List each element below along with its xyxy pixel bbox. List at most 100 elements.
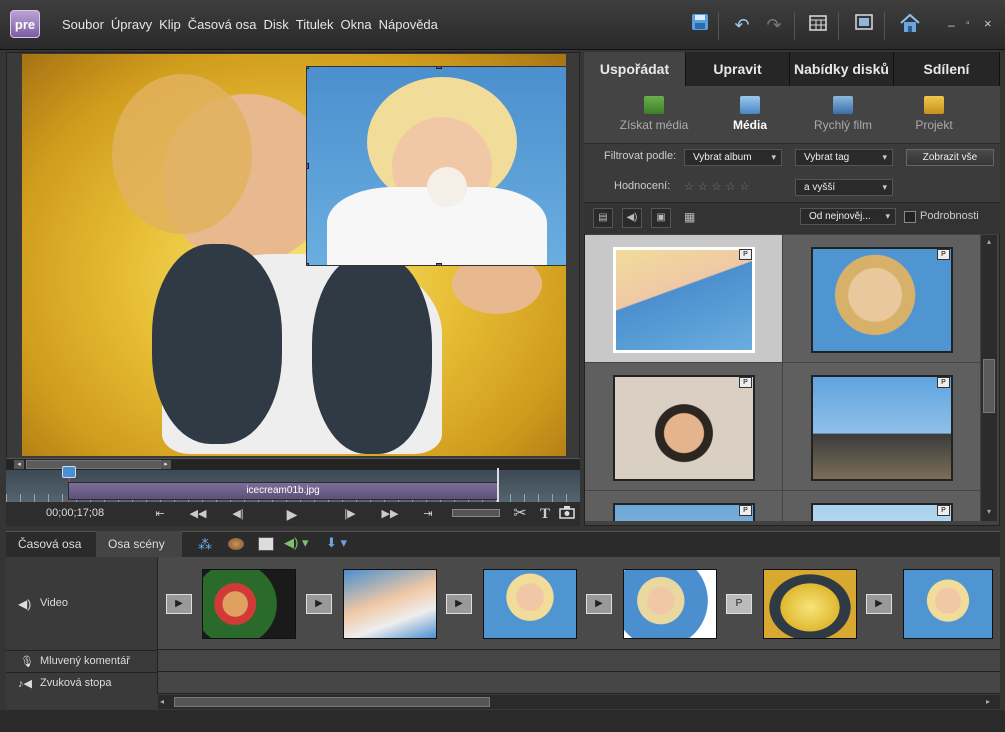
scroll-left-icon[interactable]: ◂ bbox=[14, 460, 24, 469]
transition-slot[interactable]: ▶ bbox=[586, 594, 612, 614]
tab-organize[interactable]: Uspořádat bbox=[584, 52, 686, 86]
scroll-left-icon[interactable]: ◂ bbox=[160, 697, 170, 707]
smart-fix-icon[interactable]: ⁂ bbox=[198, 536, 212, 553]
tab-disc-menus[interactable]: Nabídky disků bbox=[790, 52, 894, 86]
scene-clip[interactable] bbox=[763, 569, 857, 639]
fullscreen-icon[interactable] bbox=[852, 13, 876, 37]
audio-mixer-icon[interactable]: ◀) ▾ bbox=[284, 535, 308, 551]
subtab-get-media[interactable]: Získat média bbox=[618, 96, 690, 132]
scroll-thumb[interactable] bbox=[983, 359, 995, 413]
tag-dropdown[interactable]: Vybrat tag bbox=[795, 149, 893, 166]
media-item[interactable]: P bbox=[585, 363, 783, 491]
menu-item-edit[interactable]: Úpravy bbox=[111, 17, 152, 32]
preview-frame[interactable] bbox=[22, 54, 566, 456]
properties-icon[interactable] bbox=[258, 537, 274, 551]
step-back-icon[interactable]: ◀| bbox=[228, 505, 248, 523]
scroll-right-icon[interactable]: ▸ bbox=[161, 460, 171, 469]
transition-slot[interactable]: ▶ bbox=[446, 594, 472, 614]
music-note-icon[interactable]: ♪◀ bbox=[18, 677, 32, 690]
image-filter-icon[interactable]: ▣ bbox=[651, 208, 671, 228]
go-to-start-icon[interactable]: ⇤ bbox=[150, 505, 170, 523]
minimize-icon[interactable]: – bbox=[948, 18, 955, 32]
star-icon[interactable]: ☆ bbox=[726, 181, 736, 193]
shuttle-slider[interactable] bbox=[452, 509, 500, 517]
go-to-end-icon[interactable]: ⇥ bbox=[418, 505, 438, 523]
sceneline-horizontal-scrollbar[interactable]: ◂ ▸ bbox=[158, 695, 1000, 709]
media-item[interactable]: P bbox=[585, 491, 783, 521]
scroll-thumb[interactable] bbox=[174, 697, 490, 707]
step-forward-icon[interactable]: |▶ bbox=[340, 505, 360, 523]
scroll-thumb[interactable] bbox=[26, 460, 171, 469]
rewind-icon[interactable]: ◀◀ bbox=[188, 505, 208, 523]
picture-in-picture-overlay[interactable] bbox=[306, 66, 566, 266]
marker-icon[interactable]: ⬇ ▾ bbox=[326, 535, 347, 551]
resize-handle[interactable] bbox=[307, 67, 309, 69]
star-icon[interactable]: ☆ bbox=[740, 181, 750, 193]
timecode-display[interactable]: 00;00;17;08 bbox=[46, 507, 104, 519]
play-icon[interactable]: ▶ bbox=[282, 505, 302, 523]
media-vertical-scrollbar[interactable]: ▴ ▾ bbox=[981, 235, 997, 521]
title-text-icon[interactable]: T bbox=[535, 505, 555, 523]
scene-clip[interactable] bbox=[483, 569, 577, 639]
grid-view-icon[interactable]: ▦ bbox=[684, 210, 695, 224]
scene-clip[interactable] bbox=[202, 569, 296, 639]
scroll-right-icon[interactable]: ▸ bbox=[986, 697, 996, 707]
sort-dropdown[interactable]: Od nejnověj... bbox=[800, 208, 896, 225]
tab-sceneline[interactable]: Osa scény bbox=[96, 531, 182, 557]
menu-item-title[interactable]: Titulek bbox=[296, 17, 334, 32]
menu-item-disc[interactable]: Disk bbox=[263, 17, 288, 32]
audio-filter-icon[interactable]: ◀) bbox=[622, 208, 642, 228]
soundtrack-track[interactable] bbox=[158, 672, 1000, 694]
close-icon[interactable]: × bbox=[984, 16, 992, 31]
menu-item-file[interactable]: Soubor bbox=[62, 17, 104, 32]
redo-icon[interactable]: ↷ bbox=[762, 13, 786, 37]
transition-slot-applied[interactable]: P bbox=[726, 594, 752, 614]
resize-handle[interactable] bbox=[436, 263, 442, 265]
monitor-horizontal-scrollbar[interactable]: ◂ ▸ bbox=[6, 458, 580, 470]
maximize-icon[interactable]: ▫ bbox=[966, 18, 970, 29]
scroll-up-icon[interactable]: ▴ bbox=[983, 237, 995, 247]
clip-bar[interactable]: icecream01b.jpg bbox=[68, 482, 498, 500]
effects-icon[interactable] bbox=[228, 538, 244, 550]
album-dropdown[interactable]: Vybrat album bbox=[684, 149, 782, 166]
scene-clip[interactable] bbox=[343, 569, 437, 639]
transition-slot[interactable]: ▶ bbox=[866, 594, 892, 614]
subtab-media[interactable]: Média bbox=[724, 96, 776, 132]
microphone-icon[interactable]: 🎙︎ bbox=[20, 655, 34, 668]
undo-icon[interactable]: ↶ bbox=[730, 13, 754, 37]
save-icon[interactable] bbox=[688, 13, 712, 37]
subtab-instant-movie[interactable]: Rychlý film bbox=[810, 96, 876, 132]
scene-clip[interactable] bbox=[903, 569, 993, 639]
tab-share[interactable]: Sdílení bbox=[894, 52, 1000, 86]
star-icon[interactable]: ☆ bbox=[712, 181, 722, 193]
playhead-icon[interactable] bbox=[62, 466, 76, 478]
transition-slot[interactable]: ▶ bbox=[166, 594, 192, 614]
rating-stars[interactable]: ☆ ☆ ☆ ☆ ☆ bbox=[684, 179, 753, 193]
home-icon[interactable] bbox=[898, 13, 922, 37]
tab-timeline[interactable]: Časová osa bbox=[6, 531, 93, 557]
menu-item-window[interactable]: Okna bbox=[341, 17, 372, 32]
scroll-down-icon[interactable]: ▾ bbox=[983, 507, 995, 517]
scene-clip[interactable] bbox=[623, 569, 717, 639]
fast-forward-icon[interactable]: ▶▶ bbox=[380, 505, 400, 523]
tab-edit[interactable]: Upravit bbox=[686, 52, 790, 86]
media-item[interactable]: P bbox=[783, 491, 981, 521]
clip-end-marker[interactable] bbox=[497, 468, 499, 502]
narration-track[interactable] bbox=[158, 650, 1000, 672]
star-icon[interactable]: ☆ bbox=[698, 181, 708, 193]
menu-item-timeline[interactable]: Časová osa bbox=[188, 17, 257, 32]
show-all-button[interactable]: Zobrazit vše bbox=[906, 149, 994, 166]
video-filter-icon[interactable]: ▤ bbox=[593, 208, 613, 228]
split-clip-icon[interactable]: ✂ bbox=[510, 505, 530, 523]
camera-icon[interactable] bbox=[557, 505, 577, 523]
details-checkbox[interactable] bbox=[904, 211, 916, 223]
media-item[interactable]: P bbox=[585, 235, 783, 363]
speaker-icon[interactable]: ◀) bbox=[18, 597, 31, 611]
resize-handle[interactable] bbox=[436, 67, 442, 69]
transition-slot[interactable]: ▶ bbox=[306, 594, 332, 614]
layout-grid-icon[interactable] bbox=[806, 13, 830, 37]
menu-item-help[interactable]: Nápověda bbox=[379, 17, 438, 32]
rating-dropdown[interactable]: a vyšší bbox=[795, 179, 893, 196]
star-icon[interactable]: ☆ bbox=[684, 181, 694, 193]
media-item[interactable]: P bbox=[783, 363, 981, 491]
